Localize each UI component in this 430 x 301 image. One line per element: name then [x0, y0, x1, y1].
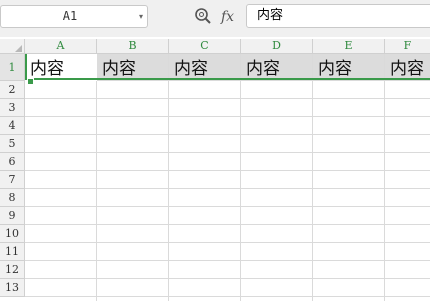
row-header-1[interactable]: 1	[0, 54, 25, 81]
gridline	[25, 278, 430, 279]
gridline	[168, 54, 169, 301]
row-header-9[interactable]: 9	[0, 207, 25, 225]
column-header-e[interactable]: E	[313, 39, 385, 53]
gridline	[25, 296, 430, 297]
row-header-7[interactable]: 7	[0, 171, 25, 189]
row-header-4[interactable]: 4	[0, 117, 25, 135]
gridline	[25, 188, 430, 189]
column-header-d[interactable]: D	[241, 39, 313, 53]
gridline	[25, 206, 430, 207]
row-header-10[interactable]: 10	[0, 225, 25, 243]
gridline	[312, 54, 313, 301]
fill-handle-icon[interactable]	[27, 78, 34, 85]
gridline	[25, 116, 430, 117]
gridline	[25, 242, 430, 243]
row-header-6[interactable]: 6	[0, 153, 25, 171]
row-header-8[interactable]: 8	[0, 189, 25, 207]
zoom-icon[interactable]	[194, 7, 212, 25]
select-all-icon[interactable]	[0, 39, 25, 53]
dropdown-caret-icon[interactable]: ▾	[139, 6, 143, 27]
name-box[interactable]: A1 ▾	[0, 5, 148, 28]
cell-grid[interactable]: 内容 内容 内容 内容 内容 内容	[25, 54, 430, 301]
name-box-value: A1	[62, 9, 78, 23]
row-header-5[interactable]: 5	[0, 135, 25, 153]
gridline	[96, 54, 97, 301]
column-header-c[interactable]: C	[169, 39, 241, 53]
gridline	[384, 54, 385, 301]
gridline	[25, 170, 430, 171]
row-header-12[interactable]: 12	[0, 261, 25, 279]
selection-outline	[25, 54, 430, 80]
row-header-3[interactable]: 3	[0, 99, 25, 117]
gridline	[25, 152, 430, 153]
column-header-row: A B C D E F	[0, 39, 430, 54]
column-header-f[interactable]: F	[385, 39, 430, 53]
gridline	[25, 260, 430, 261]
row-header-11[interactable]: 11	[0, 243, 25, 261]
row-header-13[interactable]: 13	[0, 279, 25, 297]
gridline	[240, 54, 241, 301]
fx-button[interactable]: fx	[221, 7, 234, 27]
gridline	[25, 224, 430, 225]
formula-bar: A1 ▾ fx 内容	[0, 0, 430, 37]
row-header-2[interactable]: 2	[0, 81, 25, 99]
column-header-b[interactable]: B	[97, 39, 169, 53]
gridline	[25, 98, 430, 99]
column-header-a[interactable]: A	[25, 39, 97, 53]
formula-input[interactable]: 内容	[246, 4, 430, 28]
gridline	[25, 134, 430, 135]
